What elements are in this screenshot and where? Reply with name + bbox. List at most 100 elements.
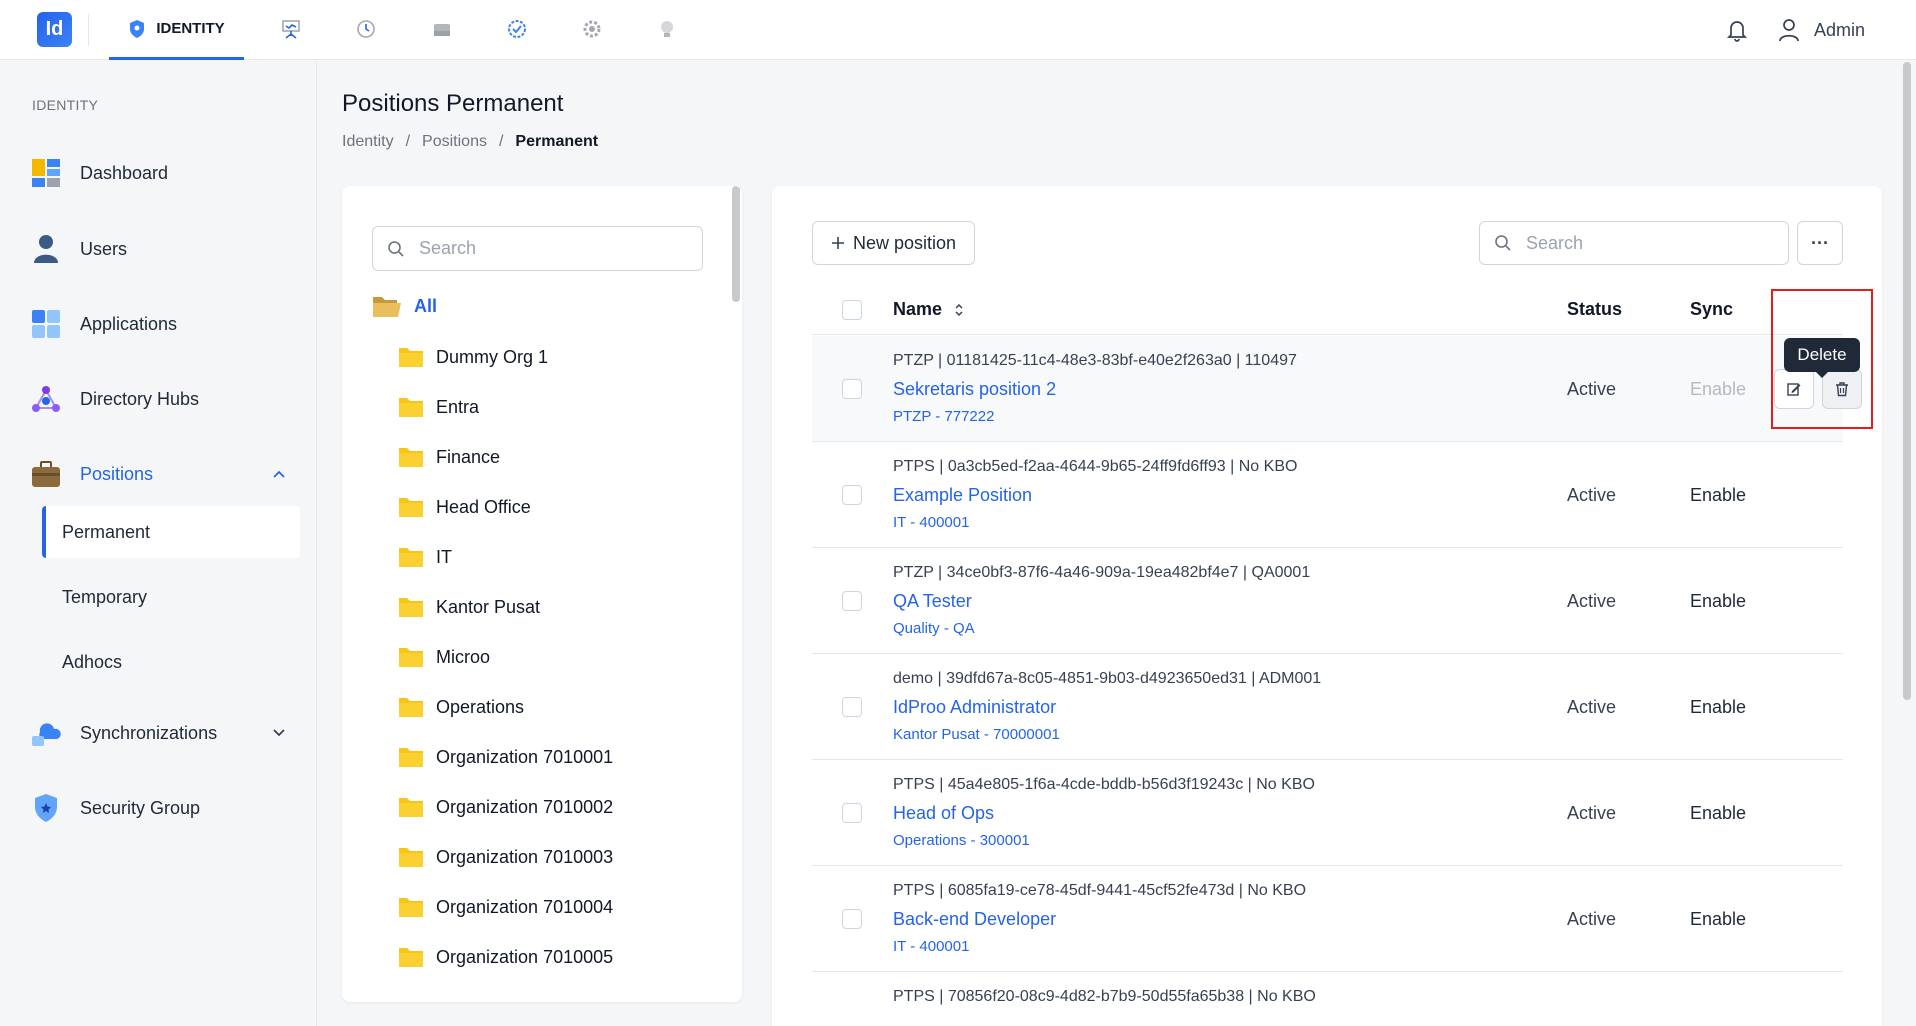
verified-badge-icon[interactable] [502,14,532,44]
select-all-checkbox[interactable] [842,300,862,320]
row-org-code[interactable]: Quality - QA [893,620,975,637]
position-name-link[interactable]: Head of Ops [893,803,994,824]
folder-icon [399,348,423,367]
tree-scrollbar[interactable] [732,186,740,302]
row-checkbox[interactable] [842,379,862,399]
position-name-link[interactable]: Sekretaris position 2 [893,379,1056,400]
position-name-link[interactable]: Back-end Developer [893,909,1056,930]
position-name-link[interactable]: IdProo Administrator [893,697,1056,718]
sidebar-item-label: Dashboard [80,162,169,183]
tab-identity[interactable]: IDENTITY [109,0,244,60]
column-sync-header: Sync [1690,299,1734,319]
bell-icon[interactable] [1722,15,1752,45]
row-meta: PTPS | 6085fa19-ce78-45df-9441-45cf52fe4… [893,882,1307,899]
sidebar-item-adhocs[interactable]: Adhocs [42,636,300,688]
table-row[interactable]: PTPS | 70856f20-08c9-4d82-b7b9-50d55fa65… [812,972,1843,1026]
row-org-code[interactable]: IT - 400001 [893,514,969,531]
sidebar-item-permanent[interactable]: Permanent [42,506,300,558]
row-org-code[interactable]: PTZP - 777222 [893,408,994,425]
table-row[interactable]: demo | 39dfd67a-8c05-4851-9b03-d4923650e… [812,654,1843,760]
folder-icon [399,948,423,967]
tree-item-label: Entra [436,396,480,417]
settings-gear-icon[interactable] [577,14,607,44]
row-checkbox[interactable] [842,591,862,611]
user-menu[interactable]: Admin [1778,14,1865,46]
positions-panel: New position ··· Name Status Sync PTZP |… [772,186,1882,1026]
tree-item[interactable]: Organization 7010002 [398,782,613,832]
positions-search-input[interactable] [1526,232,1776,254]
sort-icon[interactable] [954,303,964,317]
breadcrumb-positions[interactable]: Positions [422,133,487,151]
table-row[interactable]: PTZP | 01181425-11c4-48e3-83bf-e40e2f263… [812,336,1862,442]
chevron-down-icon[interactable] [271,725,287,741]
sidebar-item-label: Directory Hubs [80,388,200,409]
table-row[interactable]: PTPS | 0a3cb5ed-f2aa-4644-9b65-24ff9fd6f… [812,442,1843,548]
row-checkbox[interactable] [842,909,862,929]
tree-item[interactable]: Dummy Org 1 [398,332,613,382]
tree-item[interactable]: Organization 7010004 [398,882,613,932]
sidebar-item-positions[interactable]: Positions [30,452,295,496]
sidebar-item-applications[interactable]: Applications [30,302,295,346]
sidebar-heading: IDENTITY [32,97,99,113]
tree-item[interactable]: IT [398,532,613,582]
chevron-up-icon[interactable] [271,466,287,482]
tree-item[interactable]: Kantor Pusat [398,582,613,632]
sidebar-item-synchronizations[interactable]: Synchronizations [30,711,295,755]
sidebar-item-security-group[interactable]: Security Group [30,786,295,830]
tree-item-label: Dummy Org 1 [436,346,549,367]
tree-item[interactable]: Operations [398,682,613,732]
column-name-header[interactable]: Name [893,299,964,320]
sidebar: IDENTITY Dashboard Users Applications Di… [0,61,317,1026]
search-icon [388,240,404,257]
folder-icon [399,498,423,517]
tree-item-all[interactable]: All [372,294,437,318]
row-org-code[interactable]: Kantor Pusat - 70000001 [893,726,1060,743]
row-org-code[interactable]: Operations - 300001 [893,832,1030,849]
folder-icon [399,448,423,467]
presentation-icon[interactable] [276,14,306,44]
sidebar-item-directory-hubs[interactable]: Directory Hubs [30,377,295,421]
folder-icon [399,648,423,667]
tree-item[interactable]: Organization 7010001 [398,732,613,782]
app-logo[interactable]: Id [37,12,72,47]
lightbulb-icon[interactable] [652,14,682,44]
row-meta: PTPS | 70856f20-08c9-4d82-b7b9-50d55fa65… [893,988,1316,1005]
page-scrollbar[interactable] [1903,62,1911,700]
new-position-button[interactable]: New position [812,221,975,265]
tree-item[interactable]: Finance [398,432,613,482]
tree-item[interactable]: Entra [398,382,613,432]
tree-item[interactable]: Organization 7010005 [398,932,613,982]
top-bar: Id IDENTITY Admin [0,0,1916,60]
more-options-button[interactable]: ··· [1797,221,1843,265]
history-icon[interactable] [351,14,381,44]
row-org-code[interactable]: IT - 400001 [893,938,969,955]
sidebar-item-temporary[interactable]: Temporary [42,571,300,623]
sidebar-item-label: Permanent [62,521,151,542]
briefcase-icon [30,458,62,490]
position-name-link[interactable]: QA Tester [893,591,972,612]
column-name-label: Name [893,299,943,319]
table-row[interactable]: PTPS | 6085fa19-ce78-45df-9441-45cf52fe4… [812,866,1843,972]
position-name-link[interactable]: Example Position [893,485,1032,506]
tree-item[interactable]: Organization 7010003 [398,832,613,882]
storage-icon[interactable] [427,14,457,44]
tree-item-label: Organization 7010005 [436,946,614,967]
tree-item-label: IT [436,546,452,567]
row-checkbox[interactable] [842,803,862,823]
tree-item[interactable]: Head Office [398,482,613,532]
breadcrumb-identity[interactable]: Identity [342,133,394,151]
folder-icon [399,748,423,767]
sidebar-item-label: Applications [80,313,178,334]
tree-item[interactable]: Microo [398,632,613,682]
table-row[interactable]: PTZP | 34ce0bf3-87f6-4a46-909a-19ea482bf… [812,548,1843,654]
sidebar-item-users[interactable]: Users [30,227,295,271]
positions-search-box[interactable] [1479,221,1789,265]
table-row[interactable]: PTPS | 45a4e805-1f6a-4cde-bddb-b56d3f192… [812,760,1843,866]
row-checkbox[interactable] [842,485,862,505]
folder-icon [399,548,423,567]
row-checkbox[interactable] [842,697,862,717]
tree-search-input[interactable] [419,238,689,259]
tree-search-box[interactable] [372,226,703,271]
row-meta: PTPS | 0a3cb5ed-f2aa-4644-9b65-24ff9fd6f… [893,458,1298,475]
sidebar-item-dashboard[interactable]: Dashboard [30,151,295,195]
